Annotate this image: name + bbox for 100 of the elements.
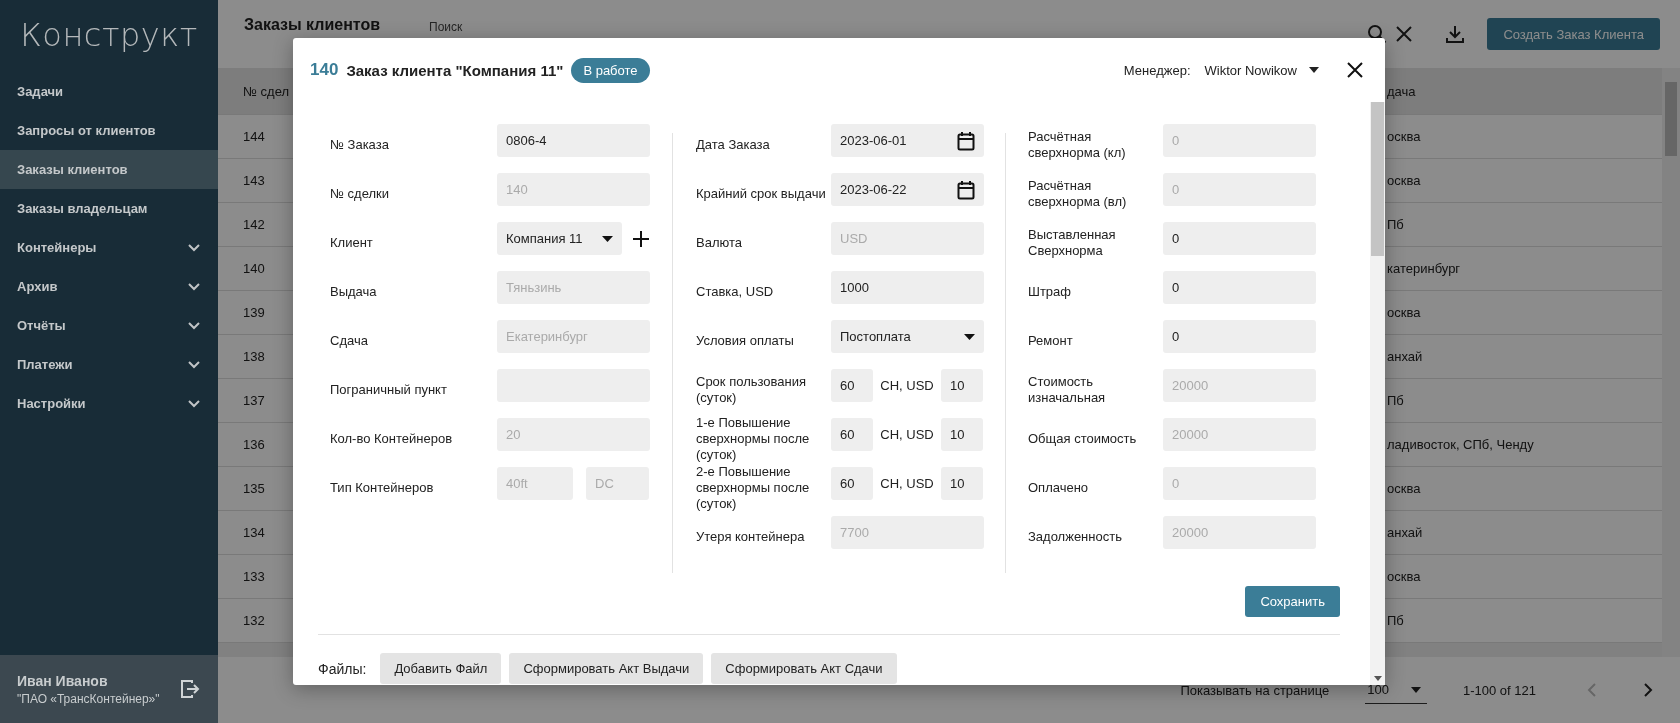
field-label: Пограничный пункт [330, 381, 448, 398]
table-cell-text: осква [1387, 129, 1422, 144]
user-company: "ПАО «ТрансКонтейнер»" [17, 691, 160, 706]
unit-label: CH, USD [879, 427, 935, 442]
unit-label: CH, USD [879, 476, 935, 491]
chevron-down-icon [188, 399, 200, 408]
sidebar-item[interactable]: Контейнеры [0, 228, 218, 267]
table-cell: 143 [243, 173, 265, 188]
sidebar-item[interactable]: Платежи [0, 345, 218, 384]
field-label: Кол-во Контейнеров [330, 430, 454, 447]
save-button[interactable]: Сохранить [1245, 586, 1340, 617]
manager-label: Менеджер: [1123, 62, 1191, 78]
manager-select[interactable]: Wiktor Nowikow [1204, 62, 1319, 78]
logout-icon[interactable] [180, 679, 200, 699]
table-cell: 144 [243, 129, 265, 144]
text-field[interactable]: 60 [831, 467, 873, 500]
chevron-down-icon [188, 321, 200, 330]
field-label: Выставленная Сверхнорма [1028, 226, 1117, 259]
text-field[interactable]: 0806-4 [497, 124, 650, 157]
select-field[interactable]: Постоплата [831, 320, 984, 353]
table-cell: 137 [243, 393, 265, 408]
field-label: Утеря контейнера [696, 528, 806, 545]
file-action-button[interactable]: Сформировать Акт Выдачи [509, 653, 704, 684]
dialog-title: Заказ клиента "Компания 11" [346, 61, 564, 79]
table-cell-text: Пб [1387, 613, 1405, 628]
field-label: № Заказа [330, 136, 390, 153]
table-cell-text: анхай [1387, 349, 1424, 364]
table-cell: 136 [243, 437, 265, 452]
file-action-button[interactable]: Добавить Файл [380, 653, 502, 684]
field-label: Ремонт [1028, 332, 1074, 349]
vertical-scrollbar[interactable] [1370, 102, 1385, 685]
user-name: Иван Иванов [17, 672, 109, 689]
date-field[interactable]: 2023-06-22 [831, 173, 984, 206]
sidebar-item[interactable]: Задачи [0, 72, 218, 111]
table-cell: 133 [243, 569, 265, 584]
text-field[interactable]: 0 [1163, 271, 1316, 304]
table-cell: 134 [243, 525, 265, 540]
text-field[interactable]: 10 [941, 467, 983, 500]
text-field[interactable]: 60 [831, 369, 873, 402]
field-label: Сдача [330, 332, 369, 349]
table-cell: 142 [243, 217, 265, 232]
scroll-down-icon[interactable] [1373, 676, 1382, 681]
table-cell-text: анхай [1387, 525, 1424, 540]
field-label: Штраф [1028, 283, 1073, 300]
table-cell: 135 [243, 481, 265, 496]
page-range: 1-100 of 121 [1463, 682, 1536, 698]
text-field[interactable]: 0 [1163, 222, 1316, 255]
chevron-down-icon [188, 243, 200, 252]
table-cell-text: катеринбург [1387, 261, 1462, 276]
status-badge: В работе [571, 57, 650, 83]
field-label: Крайний срок выдачи [696, 185, 827, 202]
calendar-icon[interactable] [957, 179, 975, 200]
field-label: № сделки [330, 185, 390, 202]
field-label: Клиент [330, 234, 374, 251]
table-cell-text: осква [1387, 173, 1422, 188]
table-cell-text: ладивосток, СПб, Ченду [1387, 437, 1535, 452]
caret-icon [1411, 686, 1421, 693]
caret-icon [1309, 67, 1319, 73]
chevron-down-icon [188, 282, 200, 291]
sidebar-item[interactable]: Запросы от клиентов [0, 111, 218, 150]
date-field[interactable]: 2023-06-01 [831, 124, 984, 157]
chevron-down-icon [188, 360, 200, 369]
table-cell-text: Пб [1387, 217, 1405, 232]
select-field[interactable]: Компания 11 [497, 222, 622, 255]
text-field[interactable]: 0 [1163, 320, 1316, 353]
per-page-label: Показывать на странице [1180, 682, 1330, 698]
column-header[interactable]: № сдел [243, 83, 290, 99]
sidebar-item[interactable]: Заказы владельцам [0, 189, 218, 228]
column-header[interactable]: дача [1387, 83, 1662, 99]
vertical-scrollbar[interactable] [1662, 68, 1680, 657]
field-label: 2-е Повышение сверхнормы после (суток) [696, 463, 811, 512]
text-field[interactable]: 10 [941, 369, 983, 402]
table-cell-text: осква [1387, 569, 1422, 584]
next-page-icon[interactable] [1642, 682, 1654, 698]
field-label: Валюта [696, 234, 743, 251]
field-label: Срок пользования (суток) [696, 373, 807, 406]
plus-icon[interactable] [633, 230, 649, 247]
close-icon[interactable] [1347, 62, 1363, 78]
table-cell-text: осква [1387, 305, 1422, 320]
unit-label: CH, USD [879, 378, 935, 393]
table-cell: 140 [243, 261, 265, 276]
text-field[interactable]: 60 [831, 418, 873, 451]
field-label: Выдача [330, 283, 378, 300]
sidebar-item[interactable]: Отчёты [0, 306, 218, 345]
calendar-icon[interactable] [957, 130, 975, 151]
field-label: Общая стоимость [1028, 430, 1138, 447]
text-field[interactable]: 10 [941, 418, 983, 451]
download-icon[interactable] [1445, 24, 1466, 44]
logo: Конструкт [19, 15, 199, 56]
table-cell-text: Пб [1387, 393, 1405, 408]
page-title: Заказы клиентов [244, 16, 382, 34]
sidebar-item[interactable]: Архив [0, 267, 218, 306]
field-label: Стоимость изначальная [1028, 373, 1107, 406]
scrollbar-thumb[interactable] [1371, 102, 1384, 256]
text-field[interactable]: 1000 [831, 271, 984, 304]
caret-icon [964, 333, 975, 340]
sidebar-item[interactable]: Настройки [0, 384, 218, 423]
order-number: 140 [310, 60, 339, 80]
sidebar-item[interactable]: Заказы клиентов [0, 150, 218, 189]
file-action-button[interactable]: Сформировать Акт Сдачи [711, 653, 897, 684]
